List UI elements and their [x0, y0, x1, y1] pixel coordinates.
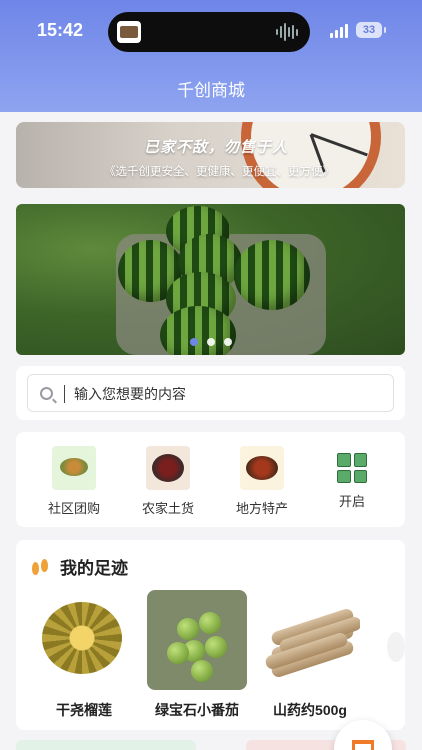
local-specialty-icon	[240, 446, 284, 490]
footprints-header: 我的足迹	[30, 554, 128, 579]
nav-item-local-specialty[interactable]: 地方特产	[222, 446, 302, 517]
search-bar[interactable]	[27, 374, 394, 412]
search-section	[16, 366, 405, 420]
product-card[interactable]: 绿宝石小番茄	[145, 590, 249, 720]
product-name: 山药约500g	[273, 702, 347, 718]
nav-item-open[interactable]: 开启	[312, 446, 392, 510]
watermelon	[234, 240, 310, 310]
cellular-signal-icon	[330, 24, 348, 38]
durian-image	[34, 590, 134, 690]
nav-label: 社区团购	[47, 501, 100, 516]
nav-item-community-group-buy[interactable]: 社区团购	[34, 446, 114, 517]
nav-label: 农家土货	[141, 501, 194, 516]
product-card[interactable]: 山药约500g	[258, 590, 362, 720]
audio-wave-icon	[276, 23, 298, 41]
nav-item-farm-goods[interactable]: 农家土货	[128, 446, 208, 517]
yam-image	[260, 590, 360, 690]
watermelon	[160, 306, 236, 355]
product-card[interactable]: 干尧榴莲	[32, 590, 136, 720]
next-product-peek[interactable]	[387, 632, 405, 662]
app-header: 15:42 33 千创商城	[0, 0, 422, 112]
promo-headline: 已家不敌，勿售于人	[144, 139, 289, 156]
image-carousel[interactable]	[16, 204, 405, 355]
next-section-peek	[16, 740, 196, 750]
search-icon	[40, 387, 53, 400]
community-group-buy-icon	[52, 446, 96, 490]
text-cursor	[64, 385, 65, 403]
carousel-dot[interactable]	[206, 338, 215, 346]
search-input[interactable]	[74, 383, 374, 405]
promo-subtitle: 《选千创更安全、更健康、更便宜、更方便》	[104, 166, 334, 178]
product-name: 干尧榴莲	[56, 702, 112, 718]
quick-nav: 社区团购 农家土货 地方特产 开启	[16, 432, 405, 527]
page-title: 千创商城	[177, 81, 245, 100]
dynamic-island	[108, 12, 310, 52]
carousel-dot[interactable]	[189, 338, 198, 346]
nav-label: 地方特产	[235, 501, 288, 516]
grid-icon	[337, 453, 367, 483]
status-time: 15:42	[37, 20, 84, 40]
now-playing-app-icon	[117, 21, 141, 43]
cart-icon	[352, 740, 374, 750]
promo-banner[interactable]: 已家不敌，勿售于人 《选千创更安全、更健康、更便宜、更方便》	[16, 122, 405, 188]
battery-icon: 33	[356, 22, 386, 38]
green-tomato-image	[147, 590, 247, 690]
footprints-icon	[30, 557, 50, 577]
nav-label: 开启	[338, 494, 365, 509]
farm-goods-icon	[146, 446, 190, 490]
carousel-dot[interactable]	[223, 338, 232, 346]
product-name: 绿宝石小番茄	[155, 702, 239, 718]
footprints-section: 我的足迹 干尧榴莲 绿宝石小番茄 山药约500g	[16, 540, 405, 730]
carousel-indicators	[16, 338, 405, 346]
section-title: 我的足迹	[60, 559, 128, 578]
